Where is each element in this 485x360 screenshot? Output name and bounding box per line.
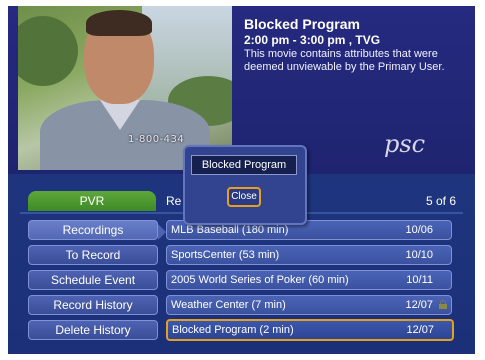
video-overlay-text: 1-800-434 — [128, 134, 185, 145]
tab-pvr[interactable]: PVR — [28, 191, 156, 211]
close-button[interactable]: Close — [227, 187, 261, 207]
recording-row-selected[interactable]: Blocked Program (2 min) 12/07 — [166, 319, 454, 341]
recording-name: Weather Center (7 min) — [171, 299, 286, 311]
psc-logo: psc — [384, 130, 426, 158]
recording-name: SportsCenter (53 min) — [171, 249, 280, 261]
recording-date: 12/07 — [406, 324, 434, 336]
menu-schedule-event-button[interactable]: Schedule Event — [28, 270, 158, 290]
menu-delete-history-button[interactable]: Delete History — [28, 320, 158, 340]
list-header-label: Re — [166, 194, 182, 208]
recording-name: 2005 World Series of Poker (60 min) — [171, 274, 349, 286]
lock-icon — [439, 300, 447, 309]
blocked-program-dialog: Blocked Program Close — [183, 145, 307, 225]
program-time: 2:00 pm - 3:00 pm , TVG — [244, 33, 381, 47]
program-info: Blocked Program 2:00 pm - 3:00 pm , TVG … — [244, 16, 469, 74]
recording-row[interactable]: 2005 World Series of Poker (60 min) 10/1… — [166, 270, 452, 290]
page-count: 5 of 6 — [425, 194, 456, 208]
recording-row[interactable]: Weather Center (7 min) 12/07 — [166, 295, 452, 315]
tv-screen: 1-800-434 Blocked Program 2:00 pm - 3:00… — [8, 6, 475, 354]
recording-name: Blocked Program (2 min) — [172, 324, 294, 336]
menu-recordings-button[interactable]: Recordings — [28, 220, 158, 240]
recording-row[interactable]: SportsCenter (53 min) 10/10 — [166, 245, 452, 265]
program-description: This movie contains attributes that were… — [244, 48, 445, 73]
lock-icon-body — [439, 304, 447, 309]
recording-date: 12/07 — [405, 299, 433, 311]
menu-record-history-button[interactable]: Record History — [28, 295, 158, 315]
recording-date: 10/10 — [405, 249, 433, 261]
recording-date: 10/11 — [406, 274, 433, 286]
video-foliage — [18, 16, 78, 86]
program-title: Blocked Program — [244, 16, 360, 32]
menu-to-record-button[interactable]: To Record — [28, 245, 158, 265]
recording-date: 10/06 — [405, 224, 433, 236]
selection-arrow-icon — [158, 224, 166, 240]
dialog-title: Blocked Program — [191, 155, 297, 175]
video-person-hair — [86, 10, 152, 36]
